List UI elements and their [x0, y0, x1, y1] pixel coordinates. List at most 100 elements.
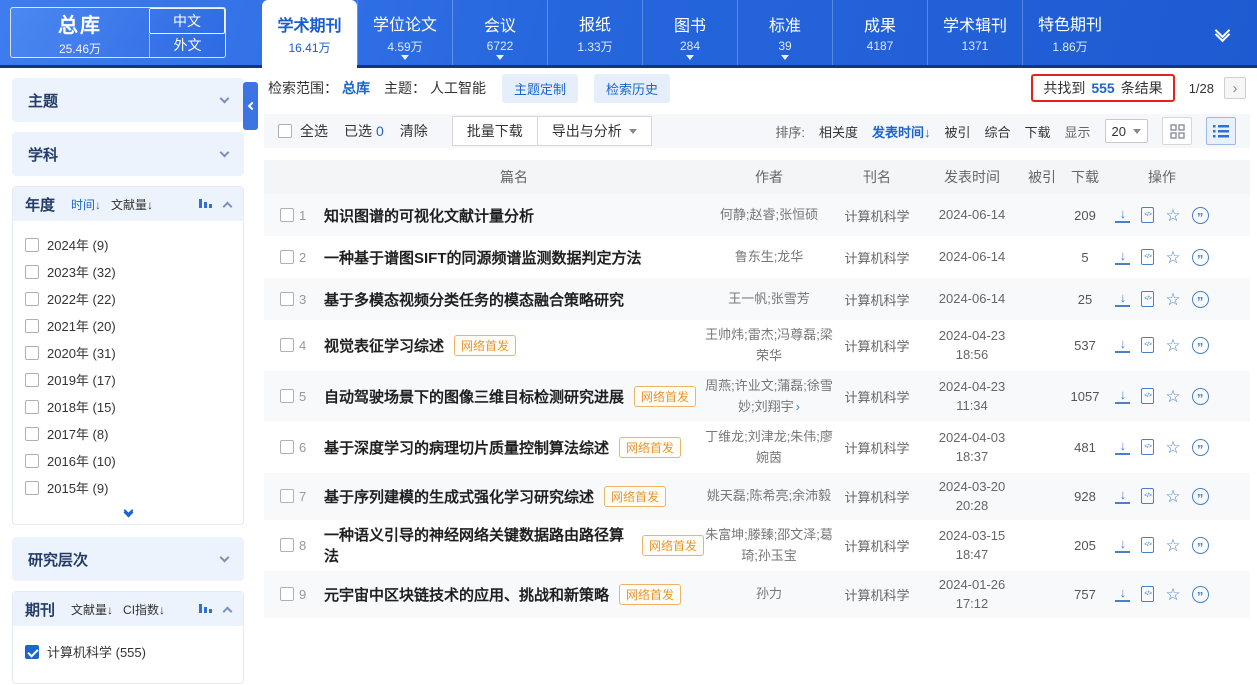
- year-filter-item[interactable]: 2019年 (17): [25, 366, 231, 393]
- article-title-link[interactable]: 基于多模态视频分类任务的模态融合策略研究: [324, 289, 624, 310]
- journal-filter-item[interactable]: 计算机科学 (555): [25, 638, 231, 665]
- year-filter-item[interactable]: 2015年 (9): [25, 474, 231, 501]
- row-checkbox[interactable]: [280, 338, 294, 352]
- favorite-icon[interactable]: ☆: [1165, 439, 1180, 456]
- journal-name[interactable]: 计算机科学: [834, 387, 920, 406]
- year-filter-item[interactable]: 2021年 (20): [25, 312, 231, 339]
- topic-customize-button[interactable]: 主题定制: [502, 74, 578, 103]
- download-icon[interactable]: ↓: [1115, 337, 1130, 353]
- favorite-icon[interactable]: ☆: [1165, 586, 1180, 603]
- cite-icon[interactable]: ”: [1192, 439, 1209, 456]
- row-checkbox[interactable]: [280, 208, 294, 222]
- download-icon[interactable]: ↓: [1115, 537, 1130, 553]
- checkbox[interactable]: [25, 292, 39, 306]
- sort-relevance[interactable]: 相关度: [819, 122, 858, 141]
- year-filter-item[interactable]: 2024年 (9): [25, 231, 231, 258]
- bar-chart-icon[interactable]: [199, 195, 214, 213]
- checkbox[interactable]: [25, 454, 39, 468]
- checkbox[interactable]: [25, 238, 39, 252]
- total-library-box[interactable]: 总库 25.46万 中文 外文: [10, 7, 226, 58]
- html-read-icon[interactable]: </>: [1141, 537, 1154, 553]
- filter-section-topic[interactable]: 主题: [12, 78, 244, 122]
- export-analyze-button[interactable]: 导出与分析: [538, 116, 652, 146]
- download-icon[interactable]: ↓: [1115, 488, 1130, 504]
- row-checkbox[interactable]: [280, 389, 294, 403]
- tab-newspapers[interactable]: 报纸 1.33万: [547, 0, 642, 65]
- favorite-icon[interactable]: ☆: [1165, 388, 1180, 405]
- checkbox[interactable]: [25, 346, 39, 360]
- year-filter-item[interactable]: 2022年 (22): [25, 285, 231, 312]
- bar-chart-icon[interactable]: [199, 600, 214, 618]
- tab-conferences[interactable]: 会议 6722: [452, 0, 547, 65]
- sort-comprehensive[interactable]: 综合: [984, 122, 1010, 141]
- html-read-icon[interactable]: </>: [1141, 207, 1154, 223]
- row-checkbox[interactable]: [280, 292, 294, 306]
- more-authors-arrow[interactable]: ›: [796, 399, 800, 414]
- html-read-icon[interactable]: </>: [1141, 388, 1154, 404]
- page-size-select[interactable]: 20: [1105, 119, 1148, 143]
- sort-by-count-link[interactable]: 文献量↓: [71, 601, 113, 618]
- year-filter-item[interactable]: 2016年 (10): [25, 447, 231, 474]
- sort-publish-time[interactable]: 发表时间↓: [872, 122, 931, 141]
- tab-special-journals[interactable]: 特色期刊 1.86万: [1022, 0, 1117, 65]
- favorite-icon[interactable]: ☆: [1165, 249, 1180, 266]
- journal-name[interactable]: 计算机科学: [834, 248, 920, 267]
- html-read-icon[interactable]: </>: [1141, 439, 1154, 455]
- checkbox[interactable]: [25, 373, 39, 387]
- filter-section-subject[interactable]: 学科: [12, 132, 244, 176]
- cite-icon[interactable]: ”: [1192, 291, 1209, 308]
- cite-icon[interactable]: ”: [1192, 488, 1209, 505]
- cite-icon[interactable]: ”: [1192, 586, 1209, 603]
- cite-icon[interactable]: ”: [1192, 249, 1209, 266]
- more-databases-button[interactable]: [1187, 0, 1257, 65]
- cite-icon[interactable]: ”: [1192, 388, 1209, 405]
- journal-name[interactable]: 计算机科学: [834, 336, 920, 355]
- sort-download[interactable]: 下载: [1025, 122, 1051, 141]
- chevron-up-icon[interactable]: [223, 201, 233, 211]
- download-icon[interactable]: ↓: [1115, 586, 1130, 602]
- download-icon[interactable]: ↓: [1115, 388, 1130, 404]
- search-history-button[interactable]: 检索历史: [594, 74, 670, 103]
- cite-icon[interactable]: ”: [1192, 337, 1209, 354]
- favorite-icon[interactable]: ☆: [1165, 291, 1180, 308]
- download-icon[interactable]: ↓: [1115, 249, 1130, 265]
- checkbox[interactable]: [25, 481, 39, 495]
- tab-achievements[interactable]: 成果 4187: [832, 0, 927, 65]
- html-read-icon[interactable]: </>: [1141, 337, 1154, 353]
- article-title-link[interactable]: 元宇宙中区块链技术的应用、挑战和新策略: [324, 584, 609, 605]
- article-title-link[interactable]: 知识图谱的可视化文献计量分析: [324, 205, 534, 226]
- next-page-button[interactable]: ›: [1224, 77, 1246, 99]
- journal-name[interactable]: 计算机科学: [834, 206, 920, 225]
- cite-icon[interactable]: ”: [1192, 207, 1209, 224]
- tab-academic-series[interactable]: 学术辑刊 1371: [927, 0, 1022, 65]
- article-title-link[interactable]: 视觉表征学习综述: [324, 335, 444, 356]
- year-filter-item[interactable]: 2017年 (8): [25, 420, 231, 447]
- tab-standards[interactable]: 标准 39: [737, 0, 832, 65]
- lang-tab-foreign[interactable]: 外文: [149, 34, 225, 58]
- clear-selection-button[interactable]: 清除: [400, 121, 428, 141]
- journal-name[interactable]: 计算机科学: [834, 536, 920, 555]
- row-checkbox[interactable]: [280, 250, 294, 264]
- download-icon[interactable]: ↓: [1115, 207, 1130, 223]
- journal-name[interactable]: 计算机科学: [834, 438, 920, 457]
- favorite-icon[interactable]: ☆: [1165, 207, 1180, 224]
- scope-value[interactable]: 总库: [342, 78, 370, 98]
- select-all-label[interactable]: 全选: [300, 121, 328, 141]
- row-checkbox[interactable]: [280, 489, 294, 503]
- html-read-icon[interactable]: </>: [1141, 249, 1154, 265]
- download-icon[interactable]: ↓: [1115, 291, 1130, 307]
- filter-section-research-level[interactable]: 研究层次: [12, 537, 244, 581]
- lang-tab-chinese[interactable]: 中文: [149, 8, 225, 34]
- checkbox[interactable]: [25, 427, 39, 441]
- row-checkbox[interactable]: [280, 538, 294, 552]
- favorite-icon[interactable]: ☆: [1165, 537, 1180, 554]
- html-read-icon[interactable]: </>: [1141, 586, 1154, 602]
- select-all-checkbox[interactable]: [278, 124, 292, 138]
- checkbox[interactable]: [25, 265, 39, 279]
- list-view-button[interactable]: [1206, 117, 1236, 145]
- journal-name[interactable]: 计算机科学: [834, 585, 920, 604]
- checkbox-checked[interactable]: [25, 645, 39, 659]
- article-title-link[interactable]: 自动驾驶场景下的图像三维目标检测研究进展: [324, 386, 624, 407]
- cite-icon[interactable]: ”: [1192, 537, 1209, 554]
- batch-download-button[interactable]: 批量下载: [452, 116, 538, 146]
